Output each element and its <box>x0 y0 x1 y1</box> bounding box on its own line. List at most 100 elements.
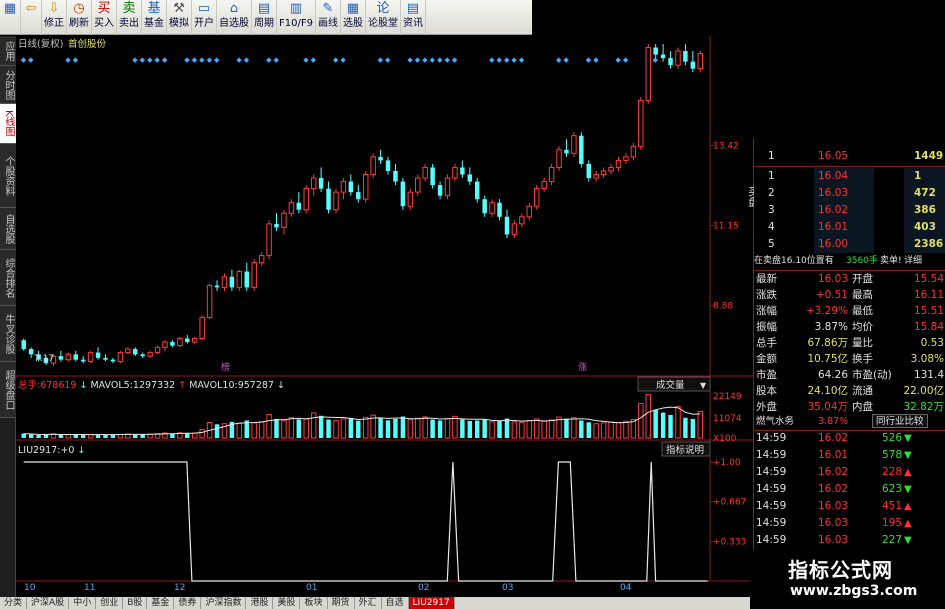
quote-row: 金额 10.75亿 换手 3.08% <box>754 351 945 368</box>
svg-text:LIU2917:+0 ↓: LIU2917:+0 ↓ <box>18 445 85 456</box>
volume-bar <box>199 429 205 439</box>
candle <box>340 178 347 200</box>
mavol10-value: 957287 <box>238 380 274 391</box>
toolbar-sell[interactable]: 卖卖出 <box>117 0 142 35</box>
market-tab[interactable]: 沪深A股 <box>27 597 70 609</box>
candle <box>615 156 622 171</box>
toolbar-f10[interactable]: ▥ F10/F9 <box>277 0 316 35</box>
toolbar-forum[interactable]: 论论股堂 <box>366 0 401 35</box>
candle <box>95 347 101 360</box>
candle <box>117 350 124 364</box>
market-tab[interactable]: 板块 <box>300 597 328 609</box>
candle <box>511 220 518 238</box>
quote-label: 股本 <box>756 385 777 397</box>
volume-bar <box>288 417 295 439</box>
arrow-up-icon: ▲ <box>904 501 912 512</box>
market-tab[interactable]: 基金 <box>147 597 175 609</box>
market-tab[interactable]: 美股 <box>273 597 301 609</box>
tab-app[interactable]: 应用 <box>0 36 16 66</box>
market-tab[interactable]: LIU2917 <box>408 597 455 609</box>
tab-niucha[interactable]: 牛叉诊股 <box>0 306 16 362</box>
volume-bar <box>356 420 361 438</box>
toolbar-period-label: 周期 <box>254 18 274 29</box>
industry-pct: 3.87% <box>818 416 849 427</box>
arrow-up-icon: ▲ <box>904 467 912 478</box>
signal-marker: ◆ <box>489 56 495 64</box>
volume-bar <box>80 435 86 438</box>
market-tab[interactable]: 期货 <box>328 597 355 609</box>
market-tab[interactable]: 沪深指数 <box>201 597 247 609</box>
tick-row: 14:59 16.03 195 ▲ <box>754 515 945 532</box>
quote-label: 市盈 <box>756 369 777 381</box>
toolbar-open[interactable]: ▭ 开户 <box>192 0 217 35</box>
toolbar-watchlist[interactable]: ⌂ 自选股 <box>217 0 252 35</box>
volume-bar <box>236 422 243 439</box>
toolbar-select[interactable]: ▦ 选股 <box>341 0 366 35</box>
volume-bar <box>73 434 78 438</box>
volume-bar <box>675 406 681 439</box>
market-tab[interactable]: 外汇 <box>355 597 382 609</box>
toolbar-grid[interactable]: ▦ <box>0 0 21 35</box>
candle <box>147 350 153 358</box>
kline-chart[interactable]: 日线(复权) 首创股份 13.4211.158.88 ◆ ◆ ◆ ◆ ◆ ◆ ◆ ◆ ◆ ◆ ◆ ◆ ◆… <box>16 36 753 591</box>
industry-compare-button[interactable]: 同行业比较 <box>872 414 928 428</box>
month-label: 04 <box>620 583 632 591</box>
toolbar-period[interactable]: ▤ 周期 <box>252 0 277 35</box>
toolbar-draw[interactable]: ✎ 画线 <box>316 0 341 35</box>
tab-kline[interactable]: K线图 <box>0 104 16 144</box>
toolbar-forum-label: 论股堂 <box>367 18 398 29</box>
candle <box>430 163 435 189</box>
indicator-help-button[interactable]: 指标说明 <box>661 441 711 457</box>
market-tab[interactable]: B股 <box>123 597 148 609</box>
toolbar-reminder[interactable]: ◷ 刷新 <box>67 0 92 35</box>
volume-type-button[interactable]: 成交量 ▼ <box>637 376 711 392</box>
buy-volume: 403 <box>914 221 936 233</box>
buy-volume: 2386 <box>914 238 944 250</box>
event-marker-2: 涨 <box>578 362 587 373</box>
quote-label-2: 最低 <box>852 305 873 317</box>
quote-row: 市盈 64.26 市盈(动) 131.4 <box>754 367 945 384</box>
market-tab[interactable]: 中小 <box>69 597 97 609</box>
tick-row: 14:59 16.02 623 ▼ <box>754 481 945 498</box>
buy-volume: 386 <box>914 204 936 216</box>
left-side-tabs: 应用 分时图 K线图 个股资料 自选股 综合排名 牛叉诊股 超级盘口 <box>0 36 16 609</box>
market-tab[interactable]: 创业 <box>96 597 124 609</box>
quote-value: +0.51 <box>815 289 848 301</box>
market-tab[interactable]: 港股 <box>246 597 274 609</box>
toolbar-fund[interactable]: 基基金 <box>142 0 167 35</box>
volume-bar <box>586 422 591 438</box>
volume-bar <box>214 424 220 438</box>
volume-bar <box>326 419 331 438</box>
quote-label-2: 市盈(动) <box>852 369 892 381</box>
month-label: 12 <box>174 583 185 591</box>
toolbar-modify[interactable]: ⇩ 修正 <box>42 0 67 35</box>
volume-bar <box>437 420 443 438</box>
toolbar-select-label: 选股 <box>342 18 363 29</box>
volume-bar <box>638 402 644 439</box>
stock-name: 首创股份 <box>68 38 107 50</box>
toolbar-buy[interactable]: 买买入 <box>92 0 117 35</box>
tab-ranking[interactable]: 综合排名 <box>0 250 16 306</box>
candle <box>460 160 465 179</box>
toolbar-simulate[interactable]: ⚒ 模拟 <box>167 0 192 35</box>
candle <box>199 315 205 341</box>
svg-text:指标说明: 指标说明 <box>666 444 704 456</box>
market-tab[interactable]: 分类 <box>0 597 28 609</box>
candle <box>288 199 295 217</box>
candle <box>370 153 376 179</box>
arrow-down-icon: ▼ <box>904 450 912 461</box>
volume-bar <box>668 414 673 438</box>
toolbar-back[interactable]: ⇦ <box>21 0 42 35</box>
toolbar-news[interactable]: ▤ 资讯 <box>401 0 426 35</box>
volume-bar <box>65 434 72 439</box>
tab-stock-info[interactable]: 个股资料 <box>0 144 16 208</box>
market-tab[interactable]: 债券 <box>174 597 202 609</box>
month-label: 03 <box>502 583 513 591</box>
candle <box>348 174 354 196</box>
market-tab[interactable]: 自选 <box>382 597 409 609</box>
tab-super[interactable]: 超级盘口 <box>0 362 16 418</box>
tab-watchlist[interactable]: 自选股 <box>0 208 16 250</box>
candle <box>296 192 302 214</box>
tab-intraday[interactable]: 分时图 <box>0 66 16 104</box>
industry-row: 燃气水务 3.87% 同行业比较 <box>754 413 945 430</box>
